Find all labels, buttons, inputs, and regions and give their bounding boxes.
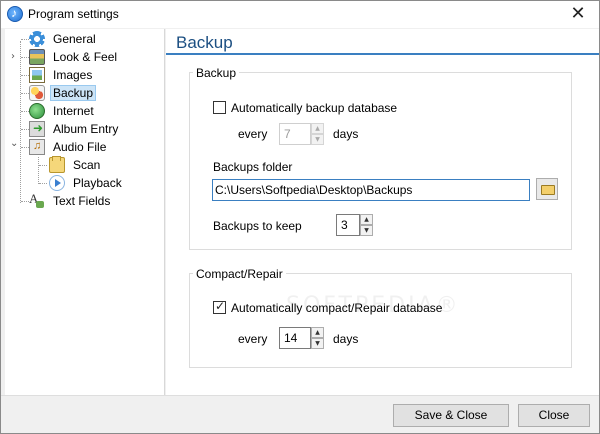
compact-every-label: every (238, 332, 268, 346)
tree-item-backup[interactable]: Backup (29, 84, 97, 102)
close-window-button[interactable]: ✕ (565, 3, 591, 25)
tree-item-label: Images (53, 68, 93, 82)
backups-to-keep-value[interactable]: 3 (336, 214, 360, 236)
tree-item-label: Backup (50, 85, 97, 101)
tree-item-playback[interactable]: Playback (49, 174, 125, 192)
compact-interval-value[interactable]: 14 (279, 327, 311, 349)
program-settings-window: Program settings ✕ › ⌄ General Look & Fe… (0, 0, 600, 434)
backup-days-label: days (333, 127, 359, 141)
close-button[interactable]: Close (518, 404, 590, 427)
spin-up-icon[interactable]: ▲ (311, 123, 324, 134)
gear-icon (29, 31, 45, 47)
collapse-audio-file-icon[interactable]: ⌄ (10, 138, 18, 149)
auto-backup-label: Automatically backup database (231, 101, 398, 115)
tree-item-label: Look & Feel (53, 50, 118, 64)
tree-item-label: Album Entry (53, 122, 119, 136)
spin-up-icon[interactable]: ▲ (311, 327, 324, 338)
settings-content-panel: Backup Backup Automatically backup datab… (166, 29, 599, 395)
album-entry-icon (29, 121, 45, 137)
spin-up-icon[interactable]: ▲ (360, 214, 373, 225)
look-feel-icon (29, 49, 45, 65)
tree-item-label: Text Fields (53, 194, 111, 208)
title-bar: Program settings ✕ (1, 1, 599, 28)
app-icon (7, 6, 23, 22)
globe-icon (29, 103, 45, 119)
compact-repair-group (189, 273, 572, 368)
tree-item-general[interactable]: General (29, 30, 99, 48)
text-fields-icon (29, 191, 45, 209)
tree-item-label: General (53, 32, 96, 46)
backups-to-keep-stepper[interactable]: 3 ▲ ▼ (336, 214, 373, 236)
expand-look-feel-icon[interactable]: › (11, 51, 15, 62)
watermark: SOFTPEDIA® (286, 293, 461, 318)
backup-every-label: every (238, 127, 268, 141)
tree-item-images[interactable]: Images (29, 66, 95, 84)
tree-item-label: Playback (73, 176, 122, 190)
backup-group-label: Backup (193, 66, 240, 80)
tree-item-album-entry[interactable]: Album Entry (29, 120, 121, 138)
spin-down-icon[interactable]: ▼ (360, 225, 373, 236)
audio-file-icon (29, 139, 45, 155)
backups-folder-label: Backups folder (213, 160, 293, 174)
tree-item-internet[interactable]: Internet (29, 102, 97, 120)
dialog-footer: Save & Close Close (1, 395, 599, 433)
tree-item-scan[interactable]: Scan (49, 156, 103, 174)
auto-compact-checkbox[interactable] (213, 299, 226, 314)
tree-item-label: Scan (73, 158, 101, 172)
backups-folder-input[interactable]: C:\Users\Softpedia\Desktop\Backups (212, 179, 530, 201)
auto-backup-checkbox[interactable] (213, 101, 226, 114)
images-icon (29, 67, 45, 83)
compact-interval-stepper[interactable]: 14 ▲ ▼ (279, 327, 324, 349)
play-icon (49, 175, 65, 191)
backup-interval-stepper[interactable]: 7 ▲ ▼ (279, 123, 324, 145)
tree-item-text-fields[interactable]: Text Fields (29, 191, 113, 210)
spin-down-icon[interactable]: ▼ (311, 134, 324, 145)
tree-item-label: Audio File (53, 140, 107, 154)
save-close-button[interactable]: Save & Close (393, 404, 509, 427)
folder-icon (49, 156, 65, 173)
page-title: Backup (176, 33, 233, 52)
browse-folder-button[interactable] (536, 178, 558, 200)
backup-interval-value[interactable]: 7 (279, 123, 311, 145)
settings-tree: › ⌄ General Look & Feel Images Backup In… (5, 29, 165, 395)
content-header: Backup (166, 29, 599, 55)
backups-to-keep-label: Backups to keep (213, 219, 302, 233)
tree-item-audio-file[interactable]: Audio File (29, 138, 109, 156)
spin-down-icon[interactable]: ▼ (311, 338, 324, 349)
tree-item-look-feel[interactable]: Look & Feel (29, 48, 120, 66)
window-title: Program settings (28, 7, 119, 21)
compact-repair-group-label: Compact/Repair (193, 267, 286, 281)
backup-icon (29, 85, 45, 101)
compact-days-label: days (333, 332, 359, 346)
tree-item-label: Internet (53, 104, 94, 118)
